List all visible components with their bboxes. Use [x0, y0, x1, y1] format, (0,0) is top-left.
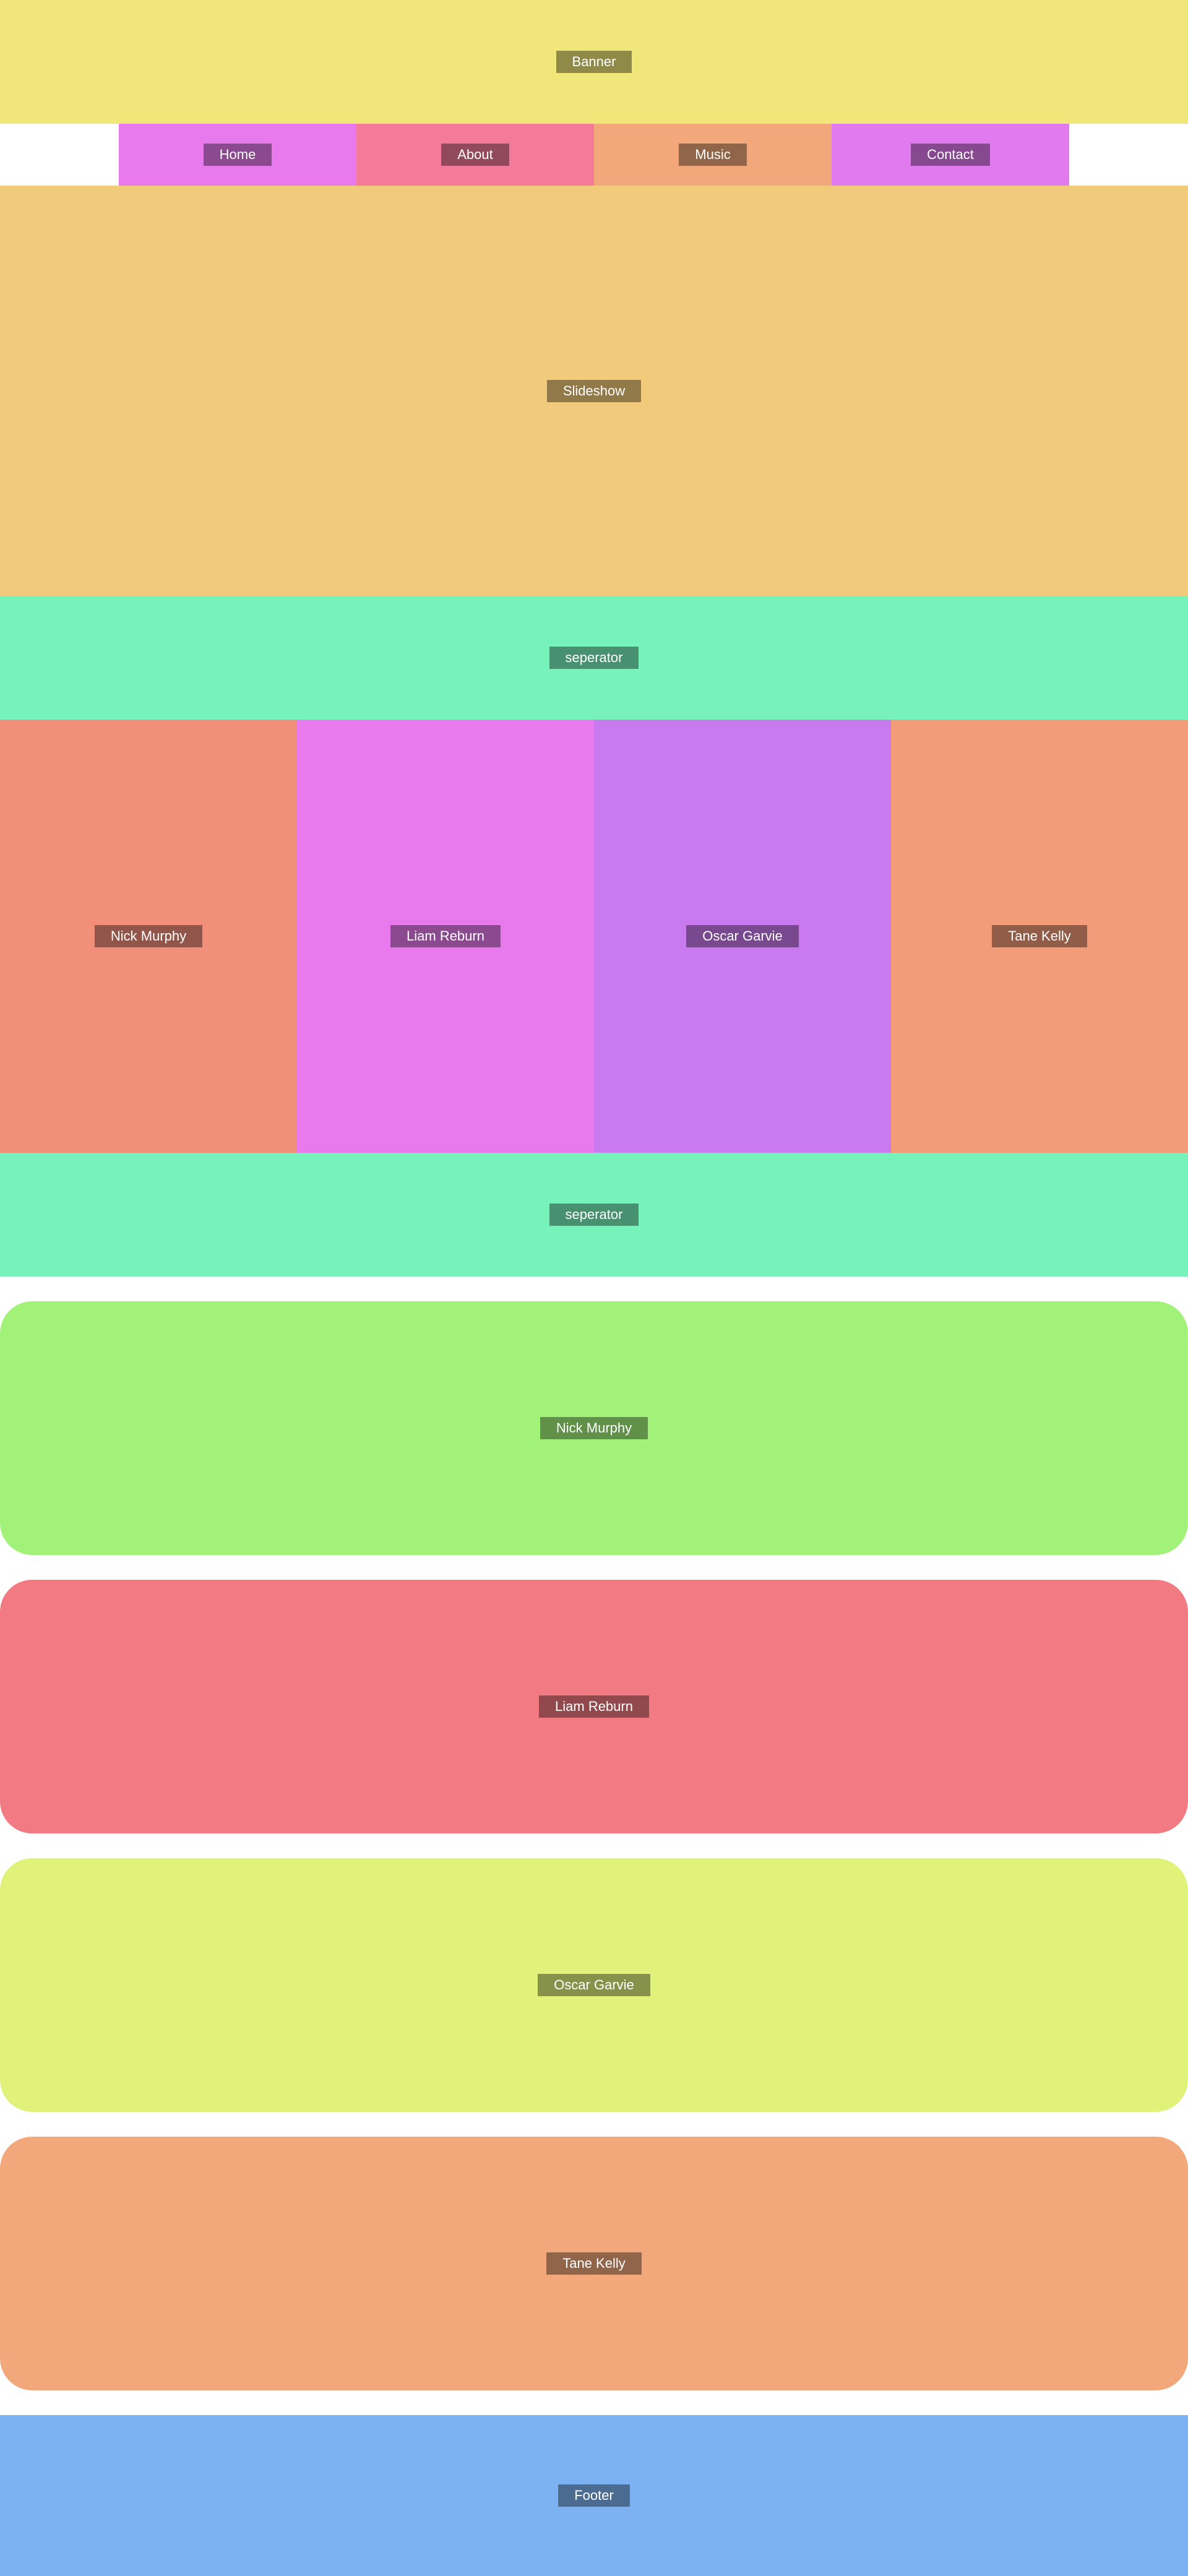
- member-column-tane-kelly[interactable]: Tane Kelly: [891, 720, 1188, 1153]
- nav-item-label: Contact: [911, 144, 990, 166]
- member-name: Liam Reburn: [390, 925, 501, 947]
- member-card-nick-murphy[interactable]: Nick Murphy: [0, 1301, 1188, 1555]
- member-name: Nick Murphy: [94, 925, 203, 947]
- member-card-name: Oscar Garvie: [538, 1974, 650, 1996]
- nav-item-label: Home: [203, 144, 272, 166]
- member-card-oscar-garvie[interactable]: Oscar Garvie: [0, 1858, 1188, 2112]
- member-column-liam-reburn[interactable]: Liam Reburn: [297, 720, 594, 1153]
- separator-bottom: seperator: [0, 1153, 1188, 1277]
- member-card-name: Nick Murphy: [540, 1417, 648, 1439]
- member-columns: Nick Murphy Liam Reburn Oscar Garvie Tan…: [0, 720, 1188, 1153]
- nav-item-home[interactable]: Home: [119, 124, 356, 186]
- separator-label: seperator: [549, 647, 639, 669]
- member-name: Oscar Garvie: [686, 925, 799, 947]
- member-card-tane-kelly[interactable]: Tane Kelly: [0, 2137, 1188, 2390]
- footer: Footer: [0, 2415, 1188, 2576]
- member-column-nick-murphy[interactable]: Nick Murphy: [0, 720, 297, 1153]
- member-column-oscar-garvie[interactable]: Oscar Garvie: [594, 720, 891, 1153]
- separator-label: seperator: [549, 1204, 639, 1226]
- nav-item-about[interactable]: About: [356, 124, 594, 186]
- member-card-name: Liam Reburn: [539, 1695, 649, 1718]
- footer-label: Footer: [558, 2484, 630, 2507]
- nav-item-contact[interactable]: Contact: [832, 124, 1069, 186]
- nav-item-label: About: [441, 144, 509, 166]
- main-nav: Home About Music Contact: [119, 124, 1069, 186]
- nav-item-label: Music: [679, 144, 747, 166]
- member-name: Tane Kelly: [992, 925, 1087, 947]
- slideshow[interactable]: Slideshow: [0, 186, 1188, 596]
- separator-top: seperator: [0, 596, 1188, 720]
- banner: Banner: [0, 0, 1188, 124]
- member-card-liam-reburn[interactable]: Liam Reburn: [0, 1580, 1188, 1833]
- member-card-name: Tane Kelly: [546, 2252, 642, 2275]
- slideshow-label: Slideshow: [546, 379, 642, 402]
- banner-label: Banner: [556, 51, 632, 73]
- nav-item-music[interactable]: Music: [594, 124, 832, 186]
